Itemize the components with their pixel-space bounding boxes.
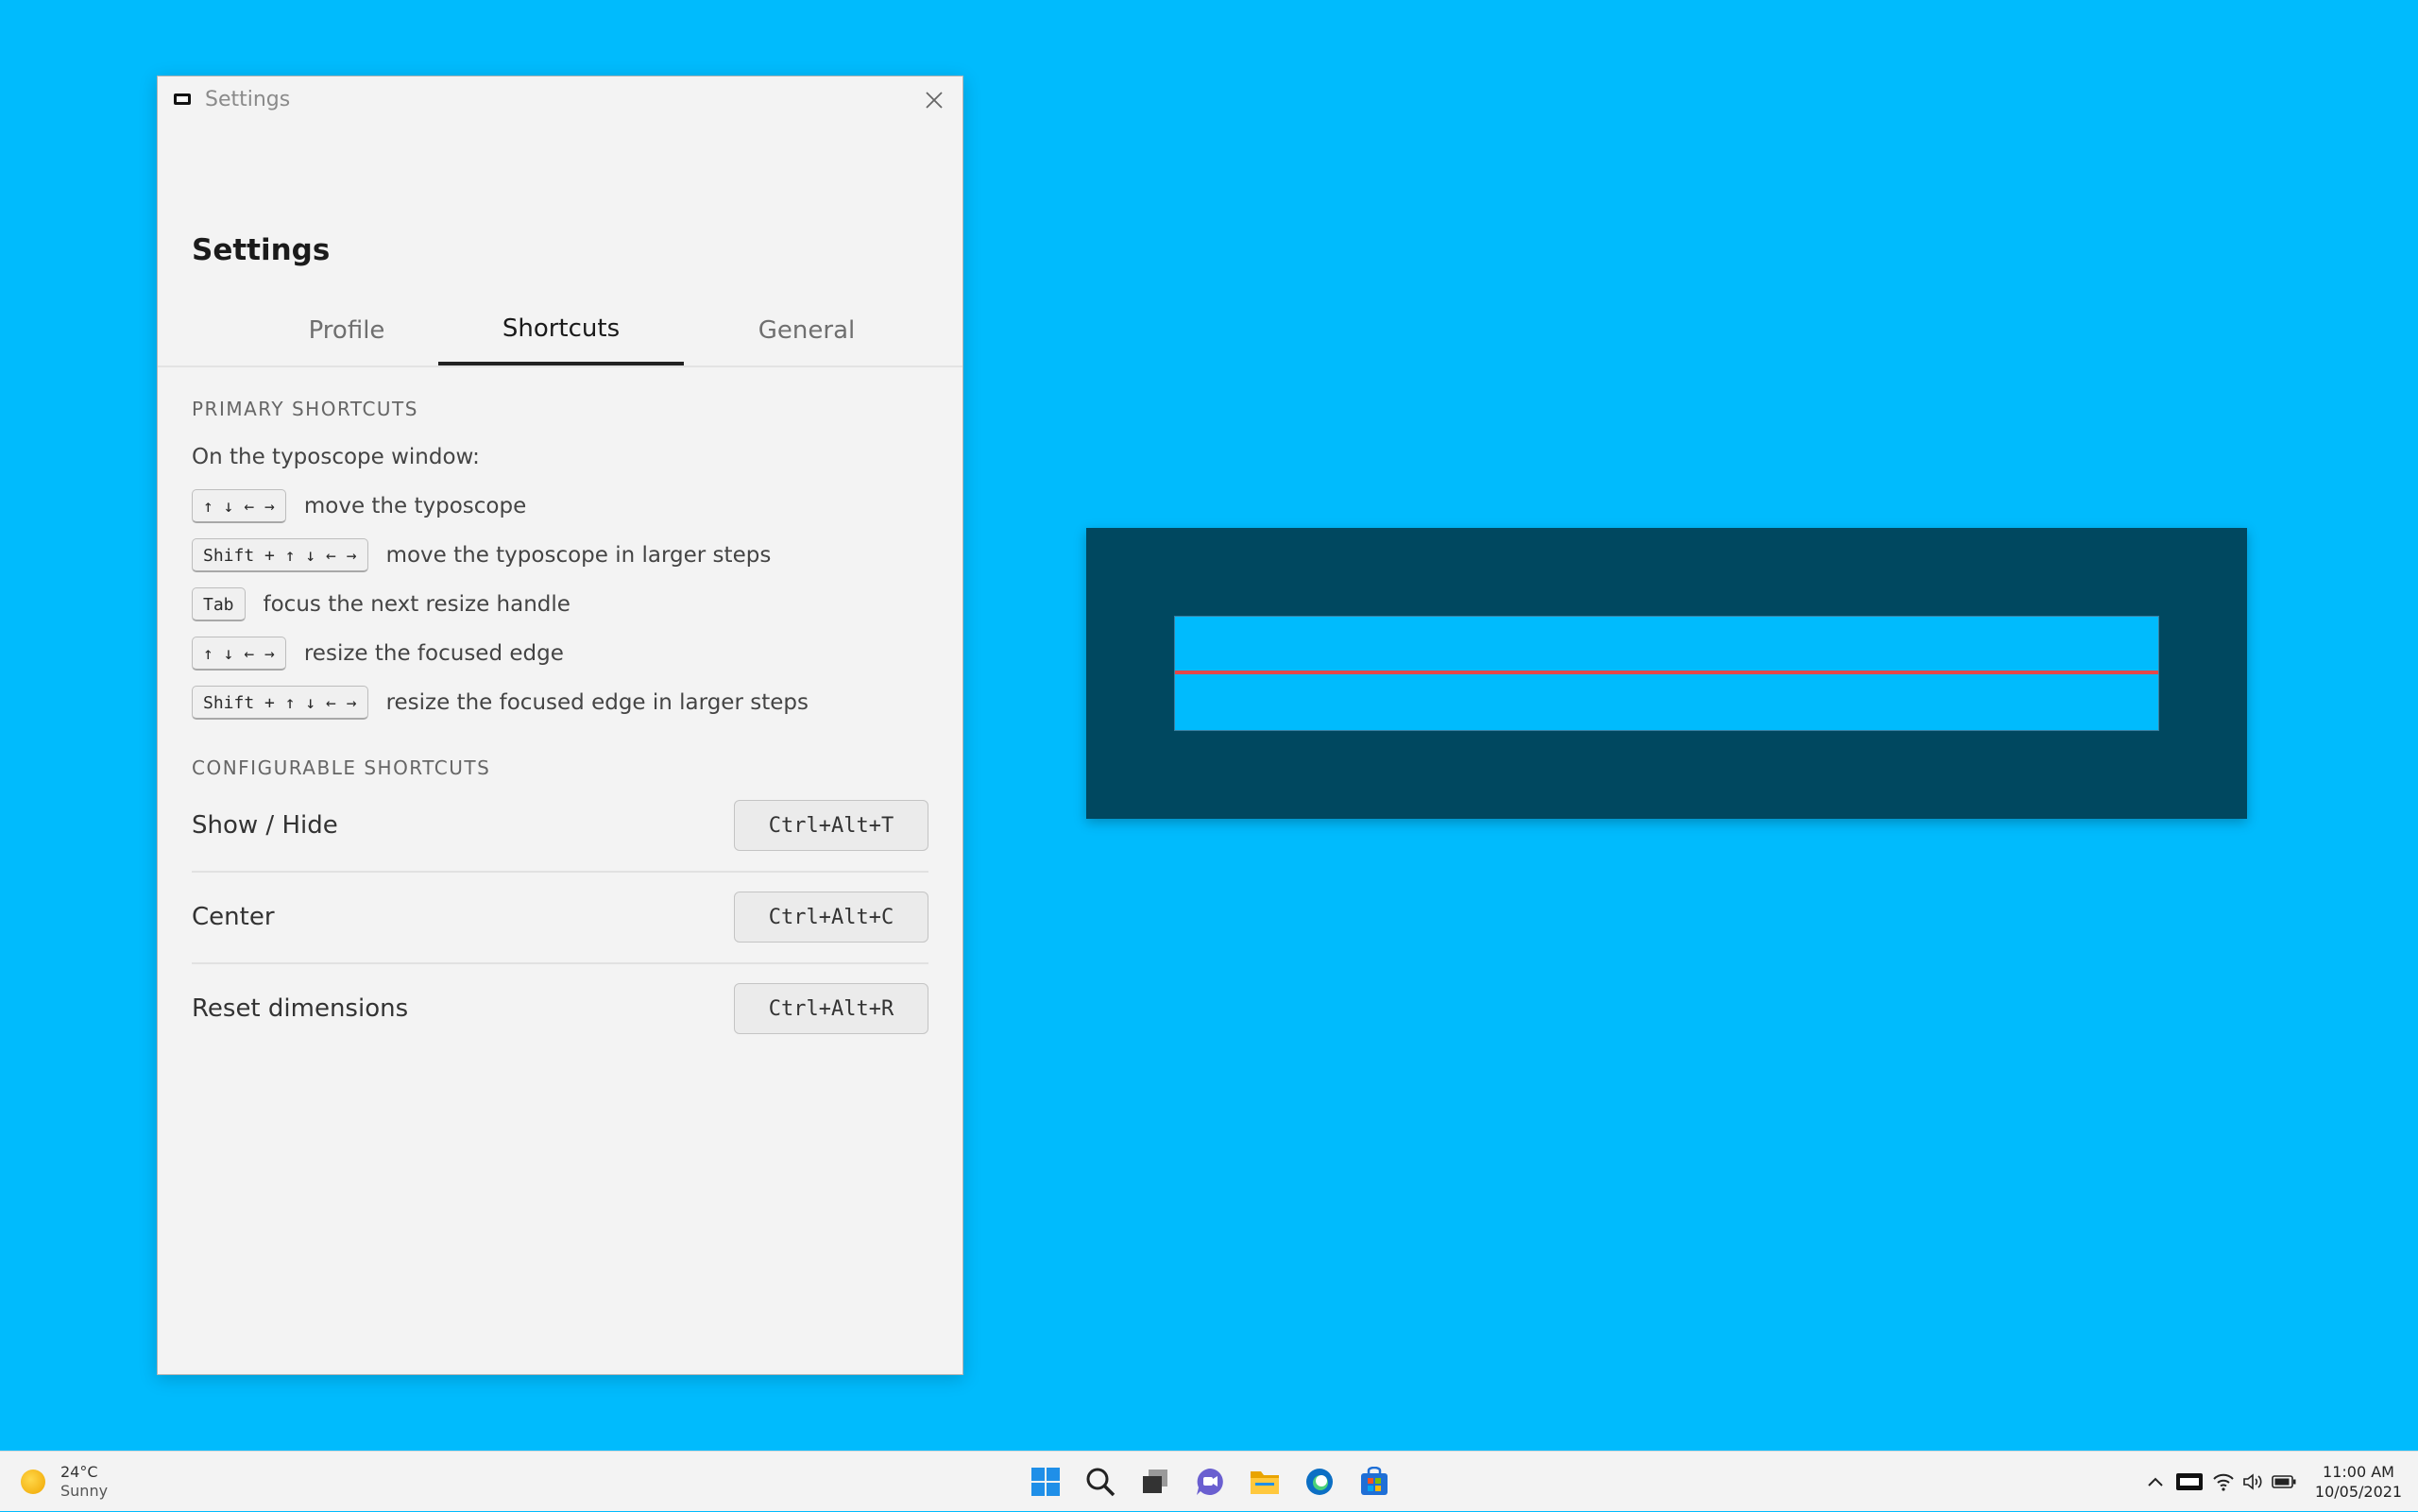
typoscope-reading-window[interactable] [1174,616,2159,731]
typoscope-guide-line [1175,671,2158,674]
key-combo: Tab [192,587,246,621]
key-combo: Shift + ↑ ↓ ← → [192,538,368,572]
chat-button[interactable] [1183,1461,1237,1503]
shortcut-row: ↑ ↓ ← → resize the focused edge [192,636,564,671]
title-bar[interactable]: Settings [158,76,962,124]
shortcut-button-center[interactable]: Ctrl+Alt+C [734,892,928,943]
config-row-reset-dimensions: Reset dimensions Ctrl+Alt+R [192,963,928,1054]
sun-icon [21,1470,45,1494]
shortcut-button-reset-dimensions[interactable]: Ctrl+Alt+R [734,983,928,1034]
weather-widget[interactable]: 24°C Sunny [21,1463,108,1501]
store-icon [1361,1467,1388,1495]
window-title: Settings [205,88,291,111]
shortcut-description: move the typoscope [303,494,527,518]
shortcut-row: Shift + ↑ ↓ ← → resize the focused edge … [192,685,809,721]
primary-shortcuts-intro: On the typoscope window: [192,445,480,469]
pinned-apps [1018,1461,1402,1503]
typoscope-tray-button[interactable] [2171,1463,2208,1501]
key-combo: ↑ ↓ ← → [192,637,286,671]
key-combo: Shift + ↑ ↓ ← → [192,686,368,720]
network-button[interactable] [2208,1463,2239,1501]
tab-shortcuts[interactable]: Shortcuts [438,296,684,365]
config-row-show-hide: Show / Hide Ctrl+Alt+T [192,780,928,873]
edge-button[interactable] [1292,1461,1347,1503]
close-button[interactable] [906,76,962,124]
shortcut-description: resize the focused edge [303,641,564,666]
page-title: Settings [192,233,331,267]
config-label: Center [192,903,275,931]
task-view-button[interactable] [1128,1461,1183,1503]
shortcut-button-show-hide[interactable]: Ctrl+Alt+T [734,800,928,851]
shortcut-description: resize the focused edge in larger steps [385,690,809,715]
config-row-center: Center Ctrl+Alt+C [192,872,928,964]
battery-button[interactable] [2269,1463,2299,1501]
shortcut-row: ↑ ↓ ← → move the typoscope [192,488,526,524]
system-tray: 11:00 AM 10/05/2021 [2140,1452,2418,1512]
shortcut-row: Shift + ↑ ↓ ← → move the typoscope in la… [192,537,771,573]
config-label: Reset dimensions [192,994,409,1023]
shortcut-description: focus the next resize handle [263,592,570,617]
primary-shortcuts-heading: PRIMARY SHORTCUTS [192,398,418,420]
clock-date: 10/05/2021 [2314,1483,2403,1501]
weather-condition: Sunny [60,1482,109,1500]
start-button[interactable] [1018,1461,1073,1503]
tab-bar: Profile Shortcuts General [158,296,962,367]
volume-icon [2243,1473,2262,1490]
clock-time: 11:00 AM [2323,1463,2394,1481]
show-hidden-icons-button[interactable] [2140,1463,2171,1501]
chevron-up-icon [2148,1477,2163,1487]
settings-window: Settings Settings Profile Shortcuts Gene… [157,76,963,1375]
key-combo: ↑ ↓ ← → [192,489,286,523]
volume-button[interactable] [2239,1463,2269,1501]
configurable-shortcuts-heading: CONFIGURABLE SHORTCUTS [192,756,491,779]
config-label: Show / Hide [192,811,338,840]
wifi-icon [2213,1473,2234,1491]
chat-icon [1197,1469,1223,1495]
typoscope-tray-icon [2176,1473,2203,1490]
store-button[interactable] [1347,1461,1402,1503]
shortcut-row: Tab focus the next resize handle [192,586,570,622]
battery-icon [2272,1475,2296,1488]
file-explorer-icon [1251,1471,1279,1494]
taskbar: 24°C Sunny 11:00 AM 10/05/2021 [0,1451,2418,1511]
start-icon [1031,1468,1060,1496]
tab-profile[interactable]: Profile [224,296,469,365]
shortcut-description: move the typoscope in larger steps [385,543,772,568]
weather-temperature: 24°C [60,1463,98,1481]
search-button[interactable] [1073,1461,1128,1503]
tab-general[interactable]: General [684,296,929,365]
edge-icon [1306,1469,1333,1495]
typoscope-frame[interactable] [1086,528,2247,819]
search-icon [1086,1468,1115,1497]
file-explorer-button[interactable] [1237,1461,1292,1503]
app-icon [174,93,191,105]
task-view-icon [1143,1470,1167,1493]
close-icon [926,92,943,109]
clock[interactable]: 11:00 AM 10/05/2021 [2307,1462,2410,1502]
